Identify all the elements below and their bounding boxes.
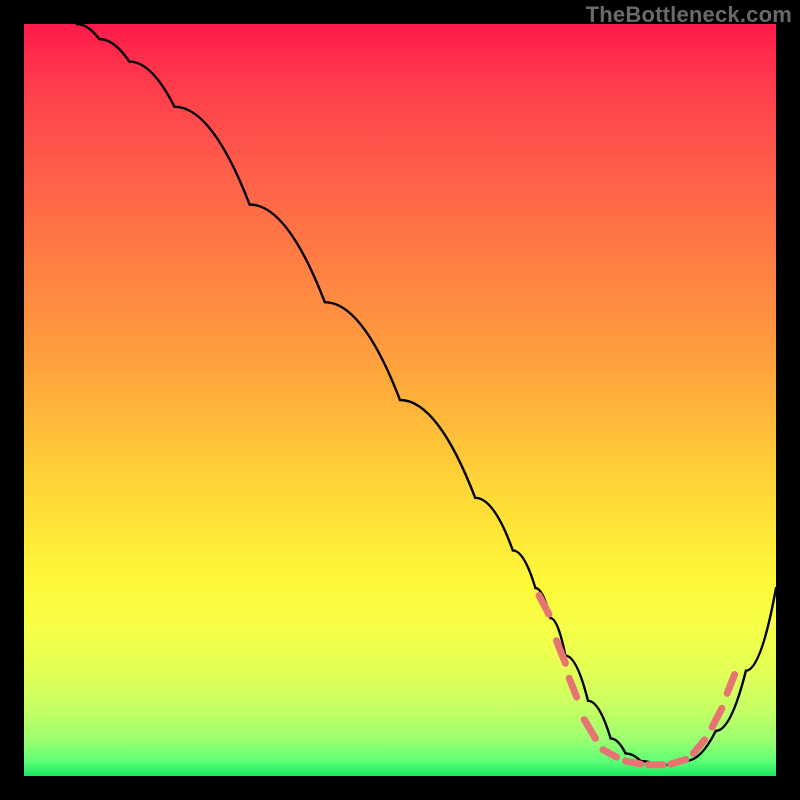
dash-marker [603, 750, 617, 758]
dash-marker [727, 675, 735, 694]
dash-marker [626, 761, 641, 764]
dash-marker [584, 720, 595, 739]
dash-marker [569, 678, 577, 697]
dash-marker [539, 596, 549, 615]
chart-frame: TheBottleneck.com [0, 0, 800, 800]
dash-marker [712, 708, 722, 727]
chart-svg [24, 24, 776, 776]
watermark-text: TheBottleneck.com [586, 2, 792, 28]
flat-region-dashes [539, 596, 735, 765]
dash-marker [671, 760, 686, 765]
bottleneck-curve [77, 24, 776, 765]
chart-plot-area [24, 24, 776, 776]
